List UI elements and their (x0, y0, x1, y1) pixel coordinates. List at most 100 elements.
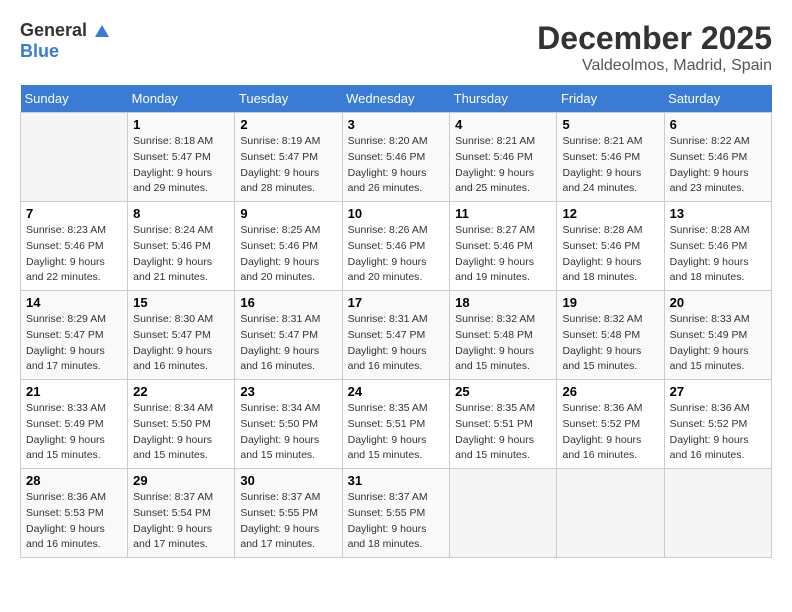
day-info: Sunrise: 8:20 AM Sunset: 5:46 PM Dayligh… (348, 134, 445, 197)
day-number: 16 (240, 295, 336, 310)
calendar-cell: 26Sunrise: 8:36 AM Sunset: 5:52 PM Dayli… (557, 380, 664, 469)
calendar-cell: 9Sunrise: 8:25 AM Sunset: 5:46 PM Daylig… (235, 202, 342, 291)
day-info: Sunrise: 8:28 AM Sunset: 5:46 PM Dayligh… (562, 223, 658, 286)
week-row-3: 14 Sunrise: 8:29 AM Sunset: 5:47 PM Dayli… (21, 291, 772, 380)
day-header-wednesday: Wednesday (342, 85, 450, 113)
calendar-cell: 2Sunrise: 8:19 AM Sunset: 5:47 PM Daylig… (235, 113, 342, 202)
calendar-cell: 12Sunrise: 8:28 AM Sunset: 5:46 PM Dayli… (557, 202, 664, 291)
day-info: Sunrise: 8:21 AM Sunset: 5:46 PM Dayligh… (562, 134, 658, 197)
day-info: Sunrise: 8:29 AM Sunset: 5:47 PM Dayligh… (26, 312, 122, 375)
day-info: Sunrise: 8:34 AM Sunset: 5:50 PM Dayligh… (240, 401, 336, 464)
week-row-4: 21Sunrise: 8:33 AM Sunset: 5:49 PM Dayli… (21, 380, 772, 469)
page-header: General Blue December 2025 Valdeolmos, M… (20, 20, 772, 75)
day-number: 19 (562, 295, 658, 310)
day-info: Sunrise: 8:32 AM Sunset: 5:48 PM Dayligh… (562, 312, 658, 375)
day-info: Sunrise: 8:21 AM Sunset: 5:46 PM Dayligh… (455, 134, 551, 197)
calendar-cell: 21Sunrise: 8:33 AM Sunset: 5:49 PM Dayli… (21, 380, 128, 469)
calendar-cell: 15 Sunrise: 8:30 AM Sunset: 5:47 PM Dayli… (128, 291, 235, 380)
day-info: Sunrise: 8:37 AM Sunset: 5:55 PM Dayligh… (240, 490, 336, 553)
calendar-cell (450, 469, 557, 558)
day-number: 1 (133, 117, 229, 132)
calendar-cell: 3 Sunrise: 8:20 AM Sunset: 5:46 PM Daylig… (342, 113, 450, 202)
week-row-1: 1 Sunrise: 8:18 AM Sunset: 5:47 PM Daylig… (21, 113, 772, 202)
month-title: December 2025 (537, 20, 772, 57)
day-number: 27 (670, 384, 766, 399)
day-number: 8 (133, 206, 229, 221)
day-info: Sunrise: 8:35 AM Sunset: 5:51 PM Dayligh… (455, 401, 551, 464)
logo-icon (93, 23, 111, 41)
day-number: 13 (670, 206, 766, 221)
day-header-sunday: Sunday (21, 85, 128, 113)
day-number: 18 (455, 295, 551, 310)
day-number: 24 (348, 384, 445, 399)
logo-general: General (20, 20, 87, 40)
day-info: Sunrise: 8:24 AM Sunset: 5:46 PM Dayligh… (133, 223, 229, 286)
day-number: 14 (26, 295, 122, 310)
day-info: Sunrise: 8:23 AM Sunset: 5:46 PM Dayligh… (26, 223, 122, 286)
calendar-cell: 18 Sunrise: 8:32 AM Sunset: 5:48 PM Dayli… (450, 291, 557, 380)
day-info: Sunrise: 8:30 AM Sunset: 5:47 PM Dayligh… (133, 312, 229, 375)
week-row-5: 28Sunrise: 8:36 AM Sunset: 5:53 PM Dayli… (21, 469, 772, 558)
day-number: 11 (455, 206, 551, 221)
day-number: 21 (26, 384, 122, 399)
day-number: 5 (562, 117, 658, 132)
calendar-cell: 17Sunrise: 8:31 AM Sunset: 5:47 PM Dayli… (342, 291, 450, 380)
day-number: 22 (133, 384, 229, 399)
calendar-cell: 29Sunrise: 8:37 AM Sunset: 5:54 PM Dayli… (128, 469, 235, 558)
calendar-cell: 6 Sunrise: 8:22 AM Sunset: 5:46 PM Daylig… (664, 113, 771, 202)
day-number: 10 (348, 206, 445, 221)
logo-text: General Blue (20, 20, 112, 62)
day-info: Sunrise: 8:34 AM Sunset: 5:50 PM Dayligh… (133, 401, 229, 464)
day-number: 7 (26, 206, 122, 221)
day-info: Sunrise: 8:28 AM Sunset: 5:46 PM Dayligh… (670, 223, 766, 286)
day-info: Sunrise: 8:36 AM Sunset: 5:53 PM Dayligh… (26, 490, 122, 553)
day-number: 15 (133, 295, 229, 310)
day-info: Sunrise: 8:27 AM Sunset: 5:46 PM Dayligh… (455, 223, 551, 286)
calendar-cell: 10 Sunrise: 8:26 AM Sunset: 5:46 PM Dayli… (342, 202, 450, 291)
day-header-friday: Friday (557, 85, 664, 113)
calendar-cell: 31 Sunrise: 8:37 AM Sunset: 5:55 PM Dayli… (342, 469, 450, 558)
day-info: Sunrise: 8:31 AM Sunset: 5:47 PM Dayligh… (348, 312, 445, 375)
calendar-cell: 19 Sunrise: 8:32 AM Sunset: 5:48 PM Dayli… (557, 291, 664, 380)
calendar-cell (664, 469, 771, 558)
day-info: Sunrise: 8:35 AM Sunset: 5:51 PM Dayligh… (348, 401, 445, 464)
day-number: 20 (670, 295, 766, 310)
calendar-cell: 8 Sunrise: 8:24 AM Sunset: 5:46 PM Daylig… (128, 202, 235, 291)
day-number: 4 (455, 117, 551, 132)
logo-blue: Blue (20, 41, 59, 61)
day-info: Sunrise: 8:18 AM Sunset: 5:47 PM Dayligh… (133, 134, 229, 197)
calendar-cell (557, 469, 664, 558)
calendar-cell: 1 Sunrise: 8:18 AM Sunset: 5:47 PM Daylig… (128, 113, 235, 202)
calendar-cell: 23 Sunrise: 8:34 AM Sunset: 5:50 PM Dayli… (235, 380, 342, 469)
day-header-tuesday: Tuesday (235, 85, 342, 113)
day-number: 30 (240, 473, 336, 488)
day-info: Sunrise: 8:25 AM Sunset: 5:46 PM Dayligh… (240, 223, 336, 286)
day-info: Sunrise: 8:33 AM Sunset: 5:49 PM Dayligh… (670, 312, 766, 375)
day-info: Sunrise: 8:22 AM Sunset: 5:46 PM Dayligh… (670, 134, 766, 197)
day-number: 25 (455, 384, 551, 399)
calendar-cell: 5 Sunrise: 8:21 AM Sunset: 5:46 PM Daylig… (557, 113, 664, 202)
calendar-cell: 30 Sunrise: 8:37 AM Sunset: 5:55 PM Dayli… (235, 469, 342, 558)
day-number: 29 (133, 473, 229, 488)
calendar-cell: 16 Sunrise: 8:31 AM Sunset: 5:47 PM Dayli… (235, 291, 342, 380)
day-info: Sunrise: 8:37 AM Sunset: 5:55 PM Dayligh… (348, 490, 445, 553)
week-row-2: 7 Sunrise: 8:23 AM Sunset: 5:46 PM Daylig… (21, 202, 772, 291)
calendar-cell: 28Sunrise: 8:36 AM Sunset: 5:53 PM Dayli… (21, 469, 128, 558)
day-info: Sunrise: 8:36 AM Sunset: 5:52 PM Dayligh… (562, 401, 658, 464)
calendar-cell: 13 Sunrise: 8:28 AM Sunset: 5:46 PM Dayli… (664, 202, 771, 291)
calendar-table: SundayMondayTuesdayWednesdayThursdayFrid… (20, 85, 772, 558)
day-info: Sunrise: 8:36 AM Sunset: 5:52 PM Dayligh… (670, 401, 766, 464)
location-subtitle: Valdeolmos, Madrid, Spain (537, 57, 772, 75)
day-number: 2 (240, 117, 336, 132)
calendar-cell: 22 Sunrise: 8:34 AM Sunset: 5:50 PM Dayli… (128, 380, 235, 469)
calendar-cell (21, 113, 128, 202)
calendar-cell: 14 Sunrise: 8:29 AM Sunset: 5:47 PM Dayli… (21, 291, 128, 380)
day-info: Sunrise: 8:32 AM Sunset: 5:48 PM Dayligh… (455, 312, 551, 375)
day-info: Sunrise: 8:26 AM Sunset: 5:46 PM Dayligh… (348, 223, 445, 286)
day-number: 31 (348, 473, 445, 488)
day-number: 6 (670, 117, 766, 132)
calendar-cell: 20 Sunrise: 8:33 AM Sunset: 5:49 PM Dayli… (664, 291, 771, 380)
day-info: Sunrise: 8:31 AM Sunset: 5:47 PM Dayligh… (240, 312, 336, 375)
day-number: 3 (348, 117, 445, 132)
day-number: 23 (240, 384, 336, 399)
